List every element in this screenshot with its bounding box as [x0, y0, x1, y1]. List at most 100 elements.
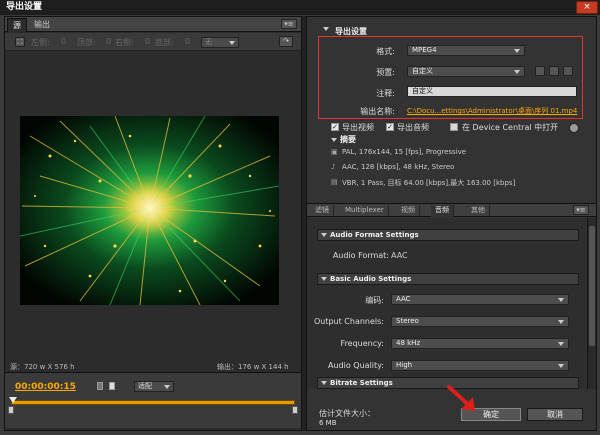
export-settings-panel: 导出设置 格式: MPEG4 预置: 自定义 注释: 自定义 输出名称: C:\…	[306, 16, 597, 431]
collapse-triangle-icon	[321, 233, 327, 237]
chevron-down-icon	[558, 364, 564, 368]
basic-audio-section[interactable]: Basic Audio Settings	[317, 273, 579, 285]
playhead-icon[interactable]	[9, 397, 17, 403]
chevron-down-icon	[164, 385, 170, 389]
summary-video: PAL, 176x144, 15 [fps], Progressive	[342, 148, 467, 156]
panel-menu-icon[interactable]: ▾≡	[281, 19, 297, 29]
timecode[interactable]: 00:00:00:15	[15, 382, 76, 392]
chevron-down-icon	[514, 70, 520, 74]
output-size: 输出：176 w X 144 h	[217, 363, 289, 371]
summary-title: 摘要	[340, 135, 356, 144]
preset-select[interactable]: 自定义	[407, 66, 525, 77]
codec-select[interactable]: AAC	[391, 294, 569, 305]
frequency-select[interactable]: 48 kHz	[391, 338, 569, 349]
channels-label: Output Channels:	[313, 317, 384, 326]
out-point-handle[interactable]	[292, 406, 298, 414]
tab-source[interactable]: 源	[7, 18, 27, 32]
rotate-arrow-icon[interactable]: ↷	[279, 36, 293, 47]
crop-top-label: 顶部:	[77, 38, 96, 47]
set-out-point-icon[interactable]	[109, 382, 115, 390]
export-video-checkbox[interactable]: ✓	[331, 123, 339, 131]
save-preset-icon[interactable]	[535, 66, 545, 76]
chevron-down-icon	[558, 342, 564, 346]
export-audio-checkbox[interactable]: ✓	[386, 123, 394, 131]
source-output-panel: 源 输出 ▾≡ ⛶ 左侧: 0 顶部: 0 右侧: 0 底部: 0 无 ↷ 源：…	[4, 16, 302, 431]
crop-bottom-label: 底部:	[155, 38, 174, 47]
collapse-triangle-icon[interactable]	[323, 27, 329, 31]
chevron-down-icon	[229, 41, 235, 45]
crop-ratio-value: 无	[205, 38, 212, 46]
summary-bitrate: VBR, 1 Pass, 目标 64.00 [kbps],最大 163.00 […	[342, 179, 516, 187]
comment-label: 注释:	[376, 89, 395, 98]
chevron-down-icon	[558, 298, 564, 302]
crop-right-value[interactable]: 0	[145, 37, 150, 46]
source-size: 源：720 w X 576 h	[10, 363, 75, 371]
crop-ratio-select[interactable]: 无	[201, 37, 239, 48]
audio-format-section-title: Audio Format Settings	[330, 231, 419, 239]
window-title: 导出设置	[0, 0, 600, 15]
output-name-label: 输出名称:	[360, 107, 395, 116]
filesize-label: 估计文件大小：	[319, 409, 375, 418]
set-in-point-icon[interactable]	[97, 382, 103, 390]
video-icon: ▣	[331, 148, 338, 156]
tab-output[interactable]: 输出	[29, 18, 55, 32]
audio-format-label: Audio Format:	[332, 251, 389, 260]
audio-icon: ♪	[331, 163, 336, 171]
scrollbar-thumb[interactable]	[589, 226, 595, 346]
crop-left-value[interactable]: 0	[61, 37, 66, 46]
fireworks-image	[20, 116, 279, 305]
quality-value: High	[396, 361, 413, 369]
frequency-value: 48 kHz	[396, 339, 421, 347]
output-name-link[interactable]: C:\Docu...ettings\Administrator\桌面\序列 01…	[407, 106, 577, 116]
chevron-down-icon	[514, 49, 520, 53]
audio-format-section[interactable]: Audio Format Settings	[317, 229, 579, 241]
settings-scrollbar[interactable]	[587, 218, 596, 389]
close-button[interactable]: ×	[576, 1, 598, 14]
settings-menu-icon[interactable]: ▾≡	[573, 205, 589, 215]
preset-label: 预置:	[376, 68, 395, 77]
frequency-label: Frequency:	[340, 339, 384, 348]
fit-select[interactable]: 适配	[134, 381, 174, 392]
tab-filters[interactable]: 滤镜	[311, 205, 334, 217]
tab-video[interactable]: 视频	[397, 205, 420, 217]
collapse-triangle-icon	[321, 277, 327, 281]
tab-other[interactable]: 其他	[467, 205, 490, 217]
import-preset-icon[interactable]	[549, 66, 559, 76]
pointer-arrow-icon	[447, 385, 475, 411]
quality-label: Audio Quality:	[328, 361, 384, 370]
bitrate-section-title: Bitrate Settings	[330, 379, 393, 387]
export-audio-label: 导出音频	[397, 123, 429, 132]
format-select[interactable]: MPEG4	[407, 45, 525, 56]
comment-input[interactable]: 自定义	[407, 86, 577, 97]
basic-audio-section-title: Basic Audio Settings	[330, 275, 412, 283]
filesize-value: 6 MB	[319, 419, 337, 427]
crop-right-label: 右侧:	[115, 38, 134, 47]
video-preview	[20, 116, 279, 305]
format-value: MPEG4	[412, 46, 437, 54]
bitrate-icon: ▤	[331, 178, 338, 186]
work-area-bar[interactable]	[11, 400, 295, 405]
format-label: 格式:	[376, 47, 395, 56]
crop-toolbar: ⛶ 左侧: 0 顶部: 0 右侧: 0 底部: 0 无 ↷	[5, 33, 301, 51]
audio-settings-body: Audio Format Settings Audio Format: AAC …	[307, 218, 586, 389]
crop-top-value[interactable]: 0	[106, 37, 111, 46]
channels-select[interactable]: Stereo	[391, 316, 569, 327]
tab-multiplexer[interactable]: Multiplexer	[341, 205, 389, 217]
crop-bottom-value[interactable]: 0	[185, 37, 190, 46]
collapse-triangle-icon	[321, 381, 327, 385]
in-point-handle[interactable]	[8, 406, 14, 414]
tab-audio[interactable]: 音频	[431, 205, 454, 217]
quality-select[interactable]: High	[391, 360, 569, 371]
summary-collapse-icon[interactable]	[331, 138, 337, 142]
delete-preset-icon[interactable]	[563, 66, 573, 76]
export-video-label: 导出视频	[342, 123, 374, 132]
device-central-checkbox[interactable]	[450, 123, 458, 131]
device-central-label: 在 Device Central 中打开	[462, 123, 559, 132]
chevron-down-icon	[558, 320, 564, 324]
fit-value: 适配	[138, 382, 152, 390]
crop-icon[interactable]: ⛶	[15, 37, 25, 47]
cancel-button[interactable]: 取消	[527, 408, 583, 421]
device-central-icon[interactable]	[569, 123, 579, 133]
preset-value: 自定义	[412, 67, 433, 75]
summary-audio: AAC, 128 [kbps], 48 kHz, Stereo	[342, 163, 455, 171]
